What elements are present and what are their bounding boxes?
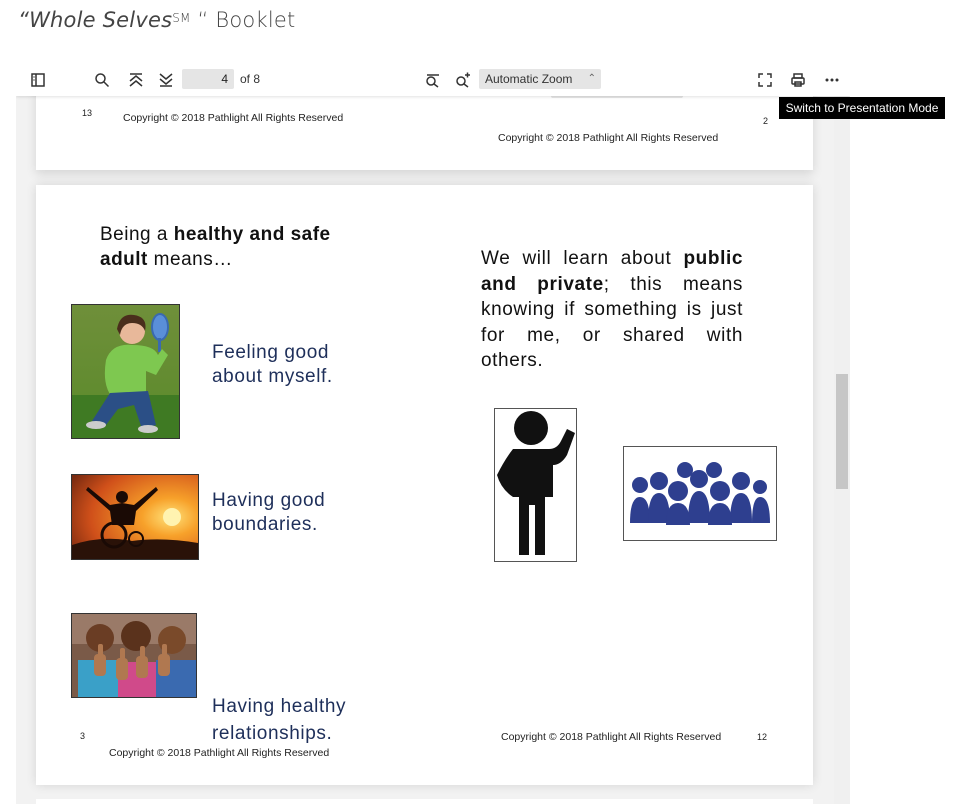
- caption-line: about myself.: [212, 366, 333, 387]
- presentation-mode-icon[interactable]: [753, 68, 777, 92]
- last-page-icon[interactable]: [154, 68, 178, 92]
- scrollbar-thumb[interactable]: [836, 374, 848, 489]
- copyright-text: Copyright © 2018 Pathlight All Rights Re…: [498, 132, 719, 144]
- caption-line: relationships.: [212, 723, 333, 744]
- caption-line: Having healthy: [212, 696, 347, 717]
- service-mark: SM: [172, 11, 191, 25]
- page-count-label: of 8: [240, 72, 261, 86]
- more-icon[interactable]: [820, 68, 844, 92]
- copyright-text: Copyright © 2018 Pathlight All Rights Re…: [123, 112, 344, 124]
- pdf-page-next: [36, 799, 813, 804]
- photo-woman-with-mirror: [71, 304, 180, 439]
- pdf-page-current: Being a healthy and safe adult means… Fe…: [36, 185, 813, 785]
- page-number: 12: [757, 732, 768, 742]
- print-icon[interactable]: [786, 68, 810, 92]
- zoom-in-icon[interactable]: [451, 68, 475, 92]
- viewer-toolbar: of 8 Automatic Zoom ⌃: [16, 62, 850, 96]
- heading-text: means…: [147, 249, 233, 270]
- caption-line: Having good: [212, 490, 326, 511]
- caption-having-good-boundaries: Having good boundaries.: [212, 489, 325, 537]
- private-person-icon: [494, 408, 577, 562]
- left-heading: Being a healthy and safe adult means…: [100, 222, 370, 272]
- chevron-updown-icon: ⌃: [587, 73, 596, 84]
- caption-having-healthy-relationships: Having healthy relationships.: [212, 693, 346, 747]
- body-text: We will learn about: [481, 248, 684, 269]
- page-number: 2: [763, 116, 769, 126]
- zoom-out-icon[interactable]: [421, 68, 445, 92]
- zoom-select[interactable]: Automatic Zoom ⌃: [479, 69, 601, 89]
- zoom-select-value: Automatic Zoom: [485, 72, 573, 86]
- copyright-text: Copyright © 2018 Pathlight All Rights Re…: [109, 747, 330, 759]
- viewer-scrollbar[interactable]: [834, 96, 850, 804]
- page-number: 13: [82, 108, 93, 118]
- first-page-icon[interactable]: [124, 68, 148, 92]
- document-title: “Whole SelvesSM “ Booklet: [18, 8, 295, 32]
- photo-sunset-wheelchair: [71, 474, 199, 560]
- copyright-text: Copyright © 2018 Pathlight All Rights Re…: [501, 731, 722, 743]
- search-icon[interactable]: [90, 68, 114, 92]
- photo-friends-thumbs-up: [71, 613, 197, 698]
- heading-text: Being a: [100, 224, 174, 245]
- public-group-icon: [623, 446, 777, 541]
- sidebar-toggle-icon[interactable]: [26, 68, 50, 92]
- document-title-italic: “Whole Selves: [18, 8, 173, 32]
- caption-line: Feeling good: [212, 342, 330, 363]
- presentation-mode-tooltip: Switch to Presentation Mode: [779, 97, 945, 119]
- public-private-text: We will learn about public and private; …: [481, 246, 743, 374]
- document-title-rest: “ Booklet: [190, 8, 296, 32]
- page-number: 3: [80, 731, 86, 741]
- caption-line: boundaries.: [212, 514, 318, 535]
- pdf-viewer: of 8 Automatic Zoom ⌃ 13 Copyright © 201…: [16, 62, 850, 804]
- page-number-input[interactable]: [182, 69, 234, 89]
- caption-feeling-good: Feeling good about myself.: [212, 341, 333, 389]
